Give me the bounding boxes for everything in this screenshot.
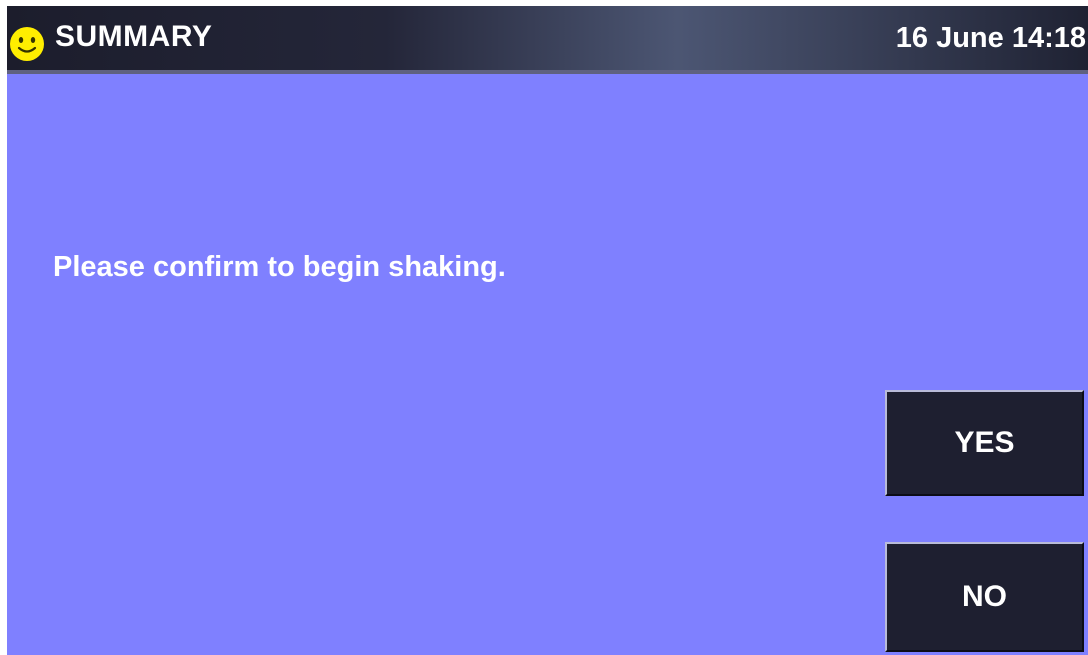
screen: SUMMARY 16 June 14:18 Please confirm to … xyxy=(7,6,1088,655)
page-title: SUMMARY xyxy=(55,20,213,53)
no-button-label: NO xyxy=(962,580,1007,613)
datetime-display: 16 June 14:18 xyxy=(895,22,1086,54)
yes-button[interactable]: YES xyxy=(885,390,1084,496)
yes-button-label: YES xyxy=(954,426,1015,459)
confirm-message: Please confirm to begin shaking. xyxy=(53,251,506,283)
smiley-icon xyxy=(9,26,45,62)
title-bar: SUMMARY 16 June 14:18 xyxy=(7,6,1088,74)
no-button[interactable]: NO xyxy=(885,542,1084,652)
